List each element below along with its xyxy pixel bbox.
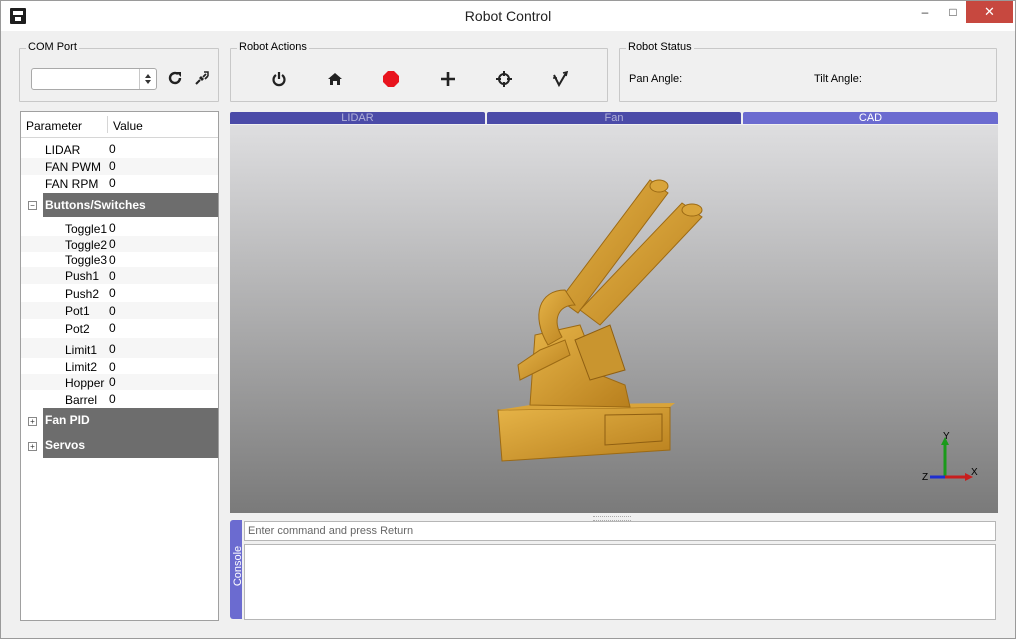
tree-header: Parameter Value — [21, 112, 218, 138]
category-servos[interactable]: Servos — [43, 433, 218, 458]
param-row-pot2[interactable]: Pot2 0 — [21, 319, 218, 338]
cad-viewport[interactable]: Y X Z — [230, 125, 998, 513]
com-port-title: COM Port — [26, 41, 79, 53]
param-row-toggle2[interactable]: Toggle2 0 — [21, 236, 218, 252]
axis-y-label: Y — [943, 431, 950, 442]
axis-z-label: Z — [922, 472, 928, 483]
minimize-button[interactable]: – — [911, 1, 939, 23]
param-row-limit2[interactable]: Limit2 0 — [21, 358, 218, 374]
power-button[interactable] — [267, 67, 291, 91]
plus-icon — [441, 72, 455, 86]
param-row-push1[interactable]: Push1 0 — [21, 267, 218, 284]
home-button[interactable] — [323, 67, 347, 91]
crosshair-icon — [496, 71, 512, 87]
param-row-lidar[interactable]: LIDAR 0 — [21, 141, 218, 158]
param-row-push2[interactable]: Push2 0 — [21, 284, 218, 302]
power-icon — [272, 72, 286, 87]
column-parameter[interactable]: Parameter — [26, 119, 82, 133]
window-title: Robot Control — [464, 8, 552, 24]
robot-status-group: Robot Status Pan Angle: Tilt Angle: — [619, 41, 997, 102]
app-window: Robot Control – □ ✕ COM Port Robot Actio… — [0, 0, 1016, 639]
category-buttons-switches[interactable]: Buttons/Switches — [43, 193, 218, 217]
close-button[interactable]: ✕ — [966, 1, 1013, 23]
com-port-group: COM Port — [19, 41, 219, 102]
robot-actions-group: Robot Actions — [230, 41, 608, 102]
vector-icon — [553, 70, 569, 88]
title-bar: Robot Control – □ ✕ — [1, 1, 1015, 31]
tab-fan[interactable]: Fan — [487, 112, 741, 124]
param-row-hopper[interactable]: Hopper 0 — [21, 374, 218, 390]
stop-button[interactable] — [379, 67, 403, 91]
expand-icon[interactable]: + — [28, 417, 37, 426]
expand-icon[interactable]: + — [28, 442, 37, 451]
category-fan-pid[interactable]: Fan PID — [43, 408, 218, 433]
tilt-angle-label: Tilt Angle: — [814, 73, 862, 85]
target-button[interactable] — [492, 67, 516, 91]
robot-status-title: Robot Status — [626, 41, 694, 53]
param-row-toggle1[interactable]: Toggle1 0 — [21, 220, 218, 236]
tab-cad[interactable]: CAD — [743, 112, 998, 124]
console-tab-label: Console — [232, 545, 245, 587]
com-port-select[interactable] — [31, 68, 157, 90]
robot-actions-title: Robot Actions — [237, 41, 309, 53]
vector-button[interactable] — [548, 67, 572, 91]
axis-gizmo: Y X Z — [922, 431, 978, 483]
param-row-pot1[interactable]: Pot1 0 — [21, 302, 218, 319]
plug-icon — [195, 71, 209, 85]
pan-angle-label: Pan Angle: — [629, 73, 683, 85]
column-value[interactable]: Value — [113, 119, 143, 133]
console-output[interactable] — [244, 544, 996, 620]
connect-button[interactable] — [190, 66, 214, 90]
axis-x-label: X — [971, 467, 978, 478]
add-button[interactable] — [436, 67, 460, 91]
command-input[interactable] — [244, 521, 996, 541]
home-icon — [328, 73, 342, 85]
console-tab[interactable]: Console — [230, 520, 245, 619]
stop-icon — [383, 71, 399, 87]
param-row-fan-pwm[interactable]: FAN PWM 0 — [21, 158, 218, 175]
maximize-button[interactable]: □ — [939, 1, 967, 23]
parameter-tree[interactable]: Parameter Value LIDAR 0 FAN PWM 0 FAN RP… — [20, 111, 219, 621]
refresh-icon — [168, 71, 182, 85]
tab-lidar[interactable]: LIDAR — [230, 112, 485, 124]
param-row-limit1[interactable]: Limit1 0 — [21, 338, 218, 358]
param-row-fan-rpm[interactable]: FAN RPM 0 — [21, 175, 218, 192]
view-tabs: LIDAR Fan CAD — [230, 112, 998, 125]
refresh-button[interactable] — [163, 66, 187, 90]
param-row-barrel[interactable]: Barrel 0 — [21, 390, 218, 408]
collapse-icon[interactable]: − — [28, 201, 37, 210]
param-row-toggle3[interactable]: Toggle3 0 — [21, 252, 218, 267]
spin-arrows-icon — [139, 69, 156, 89]
cad-model: Y X Z — [497, 179, 978, 483]
